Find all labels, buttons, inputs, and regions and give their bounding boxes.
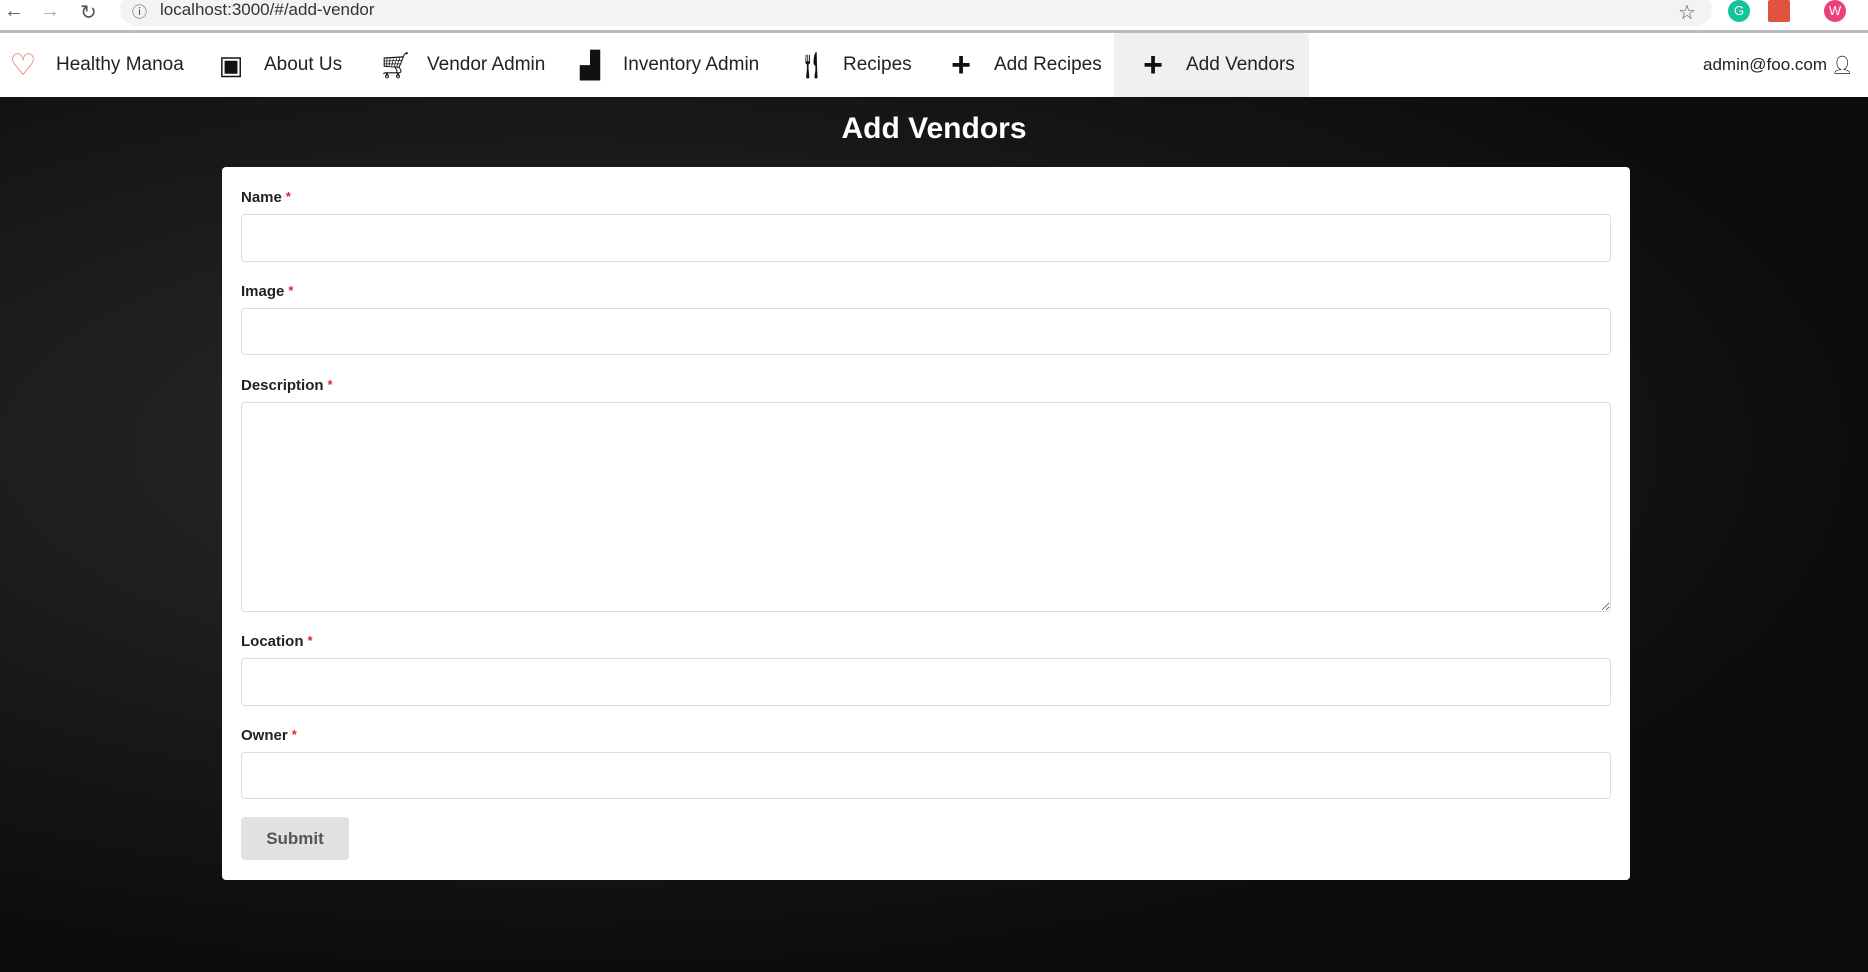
- nav-vendor-admin[interactable]: 🛒︎ Vendor Admin: [379, 33, 545, 97]
- heart-icon: ♡: [9, 48, 37, 82]
- submit-button[interactable]: Submit: [241, 817, 349, 860]
- description-label: Description *: [241, 377, 333, 394]
- reload-icon[interactable]: ↻: [80, 0, 97, 25]
- location-input[interactable]: [241, 658, 1611, 706]
- add-vendor-form: Name * Image * Description * Location * Owne…: [222, 167, 1630, 880]
- browser-toolbar: ← → ↻ ⓘ localhost:3000/#/add-vendor ☆ G …: [0, 0, 1868, 33]
- nav-about-us[interactable]: ▣ About Us: [216, 33, 342, 97]
- brand-label: Healthy Manoa: [56, 54, 184, 75]
- extension-icon[interactable]: [1768, 0, 1790, 22]
- info-icon[interactable]: ⓘ: [132, 1, 147, 22]
- nav-label: Vendor Admin: [427, 54, 546, 75]
- nav-label: Inventory Admin: [623, 54, 760, 75]
- image-label: Image *: [241, 283, 294, 300]
- plus-icon: +: [1143, 45, 1163, 84]
- user-icon: 👤︎: [1831, 54, 1854, 75]
- nav-inventory-admin[interactable]: ▟ Inventory Admin: [575, 33, 759, 97]
- nav-add-recipes[interactable]: + Add Recipes: [946, 33, 1102, 97]
- cart-icon: 🛒︎: [379, 49, 413, 80]
- nav-brand[interactable]: ♡ Healthy Manoa: [8, 33, 184, 97]
- location-label: Location *: [241, 633, 313, 650]
- owner-label: Owner *: [241, 727, 297, 744]
- user-email: admin@foo.com: [1703, 55, 1828, 74]
- plus-icon: +: [951, 45, 971, 84]
- owner-input[interactable]: [241, 752, 1611, 799]
- description-textarea[interactable]: [241, 402, 1611, 612]
- id-card-icon: ▣: [218, 49, 244, 80]
- profile-avatar[interactable]: W: [1824, 0, 1846, 22]
- nav-label: Recipes: [843, 54, 912, 75]
- nav-recipes[interactable]: 🍴︎ Recipes: [795, 33, 912, 97]
- nav-label: About Us: [264, 54, 343, 75]
- navbar: ♡ Healthy Manoa ▣ About Us 🛒︎ Vendor Admin …: [0, 33, 1868, 97]
- page-title: Add Vendors: [841, 112, 1027, 145]
- forward-icon[interactable]: →: [40, 0, 60, 23]
- back-icon[interactable]: ←: [4, 0, 24, 23]
- user-menu[interactable]: admin@foo.com 👤︎: [1703, 33, 1854, 97]
- name-input[interactable]: [241, 214, 1611, 262]
- utensils-icon: 🍴︎: [795, 49, 829, 80]
- url-text[interactable]: localhost:3000/#/add-vendor: [160, 0, 375, 20]
- name-label: Name *: [241, 189, 291, 206]
- nav-label: Add Vendors: [1186, 54, 1295, 75]
- boxes-icon: ▟: [580, 49, 600, 80]
- nav-add-vendors[interactable]: + Add Vendors: [1114, 33, 1309, 97]
- nav-label: Add Recipes: [994, 54, 1102, 75]
- grammarly-extension-icon[interactable]: G: [1728, 0, 1750, 22]
- image-input[interactable]: [241, 308, 1611, 355]
- star-icon[interactable]: ☆: [1678, 0, 1696, 25]
